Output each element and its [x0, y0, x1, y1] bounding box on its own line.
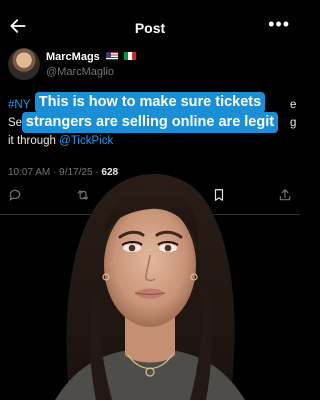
- post-text-line: it through @TickPick: [8, 132, 113, 150]
- post-text-fragment: it through: [8, 135, 60, 147]
- author-name-text[interactable]: MarcMags: [46, 51, 100, 63]
- caption-line-2: strangers are selling online are legit: [21, 112, 279, 133]
- us-flag-icon: [105, 52, 118, 60]
- author-handle[interactable]: @MarcMaglio: [46, 66, 114, 78]
- avatar[interactable]: [8, 48, 40, 80]
- caption-line-1: This is how to make sure tickets: [34, 92, 266, 113]
- author-name[interactable]: MarcMags: [46, 51, 136, 63]
- post-author: MarcMags @MarcMaglio: [8, 48, 288, 84]
- more-horizontal-icon[interactable]: •••: [268, 15, 290, 33]
- page-title: Post: [134, 20, 166, 36]
- mention-link[interactable]: @TickPick: [59, 135, 113, 147]
- video-caption: This is how to make sure tickets strange…: [0, 92, 300, 133]
- italy-flag-icon: [123, 52, 136, 60]
- top-bar: Post •••: [0, 0, 300, 44]
- video-person-image: [55, 173, 245, 400]
